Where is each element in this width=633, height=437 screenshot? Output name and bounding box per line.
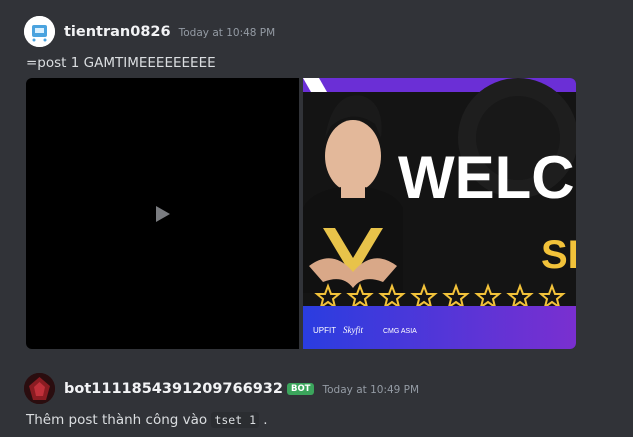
banner-subtext: SLA [541, 233, 576, 277]
image-attachment[interactable]: WELCO SLA UPFIT Skyfit CMG ASIA [303, 78, 576, 349]
message-text-end: . [263, 412, 268, 428]
sponsor-label: CMG ASIA [383, 328, 417, 335]
sponsor-label: Skyfit [343, 325, 363, 335]
timestamp: Today at 10:48 PM [178, 27, 276, 39]
bot-badge: BOT [286, 383, 315, 395]
banner-text: WELCO [398, 144, 576, 211]
timestamp: Today at 10:49 PM [322, 384, 420, 396]
message-content: Thêm post thành công vào tset 1 . [26, 412, 268, 428]
bot-username[interactable]: bot1111854391209766932 [64, 381, 283, 397]
user-avatar[interactable] [24, 16, 55, 47]
inline-code: tset 1 [211, 412, 259, 428]
bot-avatar[interactable] [24, 373, 55, 404]
username[interactable]: tientran0826 [64, 24, 171, 40]
message-content: =post 1 GAMTIMEEEEEEEEE [26, 55, 216, 71]
sponsor-label: UPFIT [313, 326, 336, 335]
play-icon[interactable] [156, 206, 170, 222]
message-text: Thêm post thành công vào [26, 412, 208, 428]
